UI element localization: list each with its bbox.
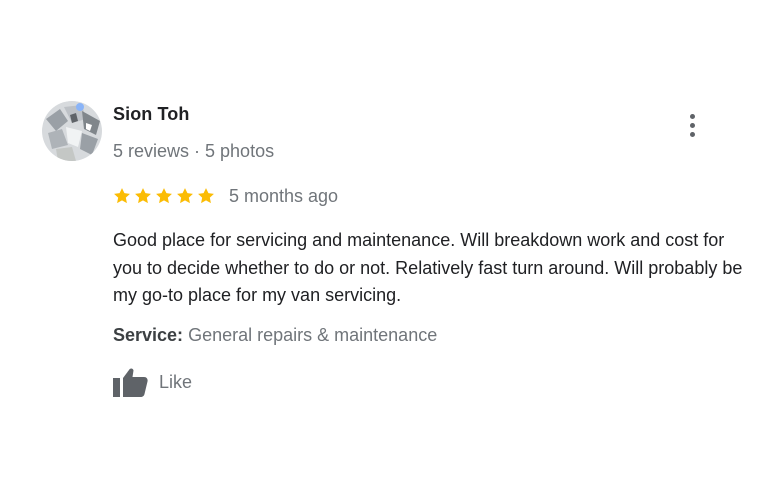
more-vert-icon-dot xyxy=(689,122,695,128)
more-vert-icon xyxy=(689,113,695,119)
star-icon xyxy=(196,186,216,206)
service-line: Service: General repairs & maintenance xyxy=(113,325,437,346)
star-icon xyxy=(112,186,132,206)
reviewer-meta: 5 reviews · 5 photos xyxy=(113,141,275,161)
service-value: General repairs & maintenance xyxy=(188,325,438,345)
avatar[interactable] xyxy=(42,101,102,161)
review-text: Good place for servicing and maintenance… xyxy=(113,230,743,305)
rating-row: 5 months ago xyxy=(112,185,338,207)
thumbs-up-icon xyxy=(113,367,149,397)
like-button[interactable]: Like xyxy=(113,367,192,397)
star-icon xyxy=(175,186,195,206)
star-icon xyxy=(133,186,153,206)
review-card: Sion Toh 5 reviews · 5 photos 5 months a… xyxy=(0,0,781,500)
more-vert-icon-dot xyxy=(689,131,695,137)
star-rating xyxy=(112,186,216,206)
review-date: 5 months ago xyxy=(229,185,339,206)
avatar-image xyxy=(42,101,102,161)
like-label: Like xyxy=(159,371,193,392)
service-label: Service: xyxy=(113,325,184,345)
more-options-button[interactable] xyxy=(680,110,704,140)
reviewer-name[interactable]: Sion Toh xyxy=(113,104,189,125)
star-icon xyxy=(154,186,174,206)
